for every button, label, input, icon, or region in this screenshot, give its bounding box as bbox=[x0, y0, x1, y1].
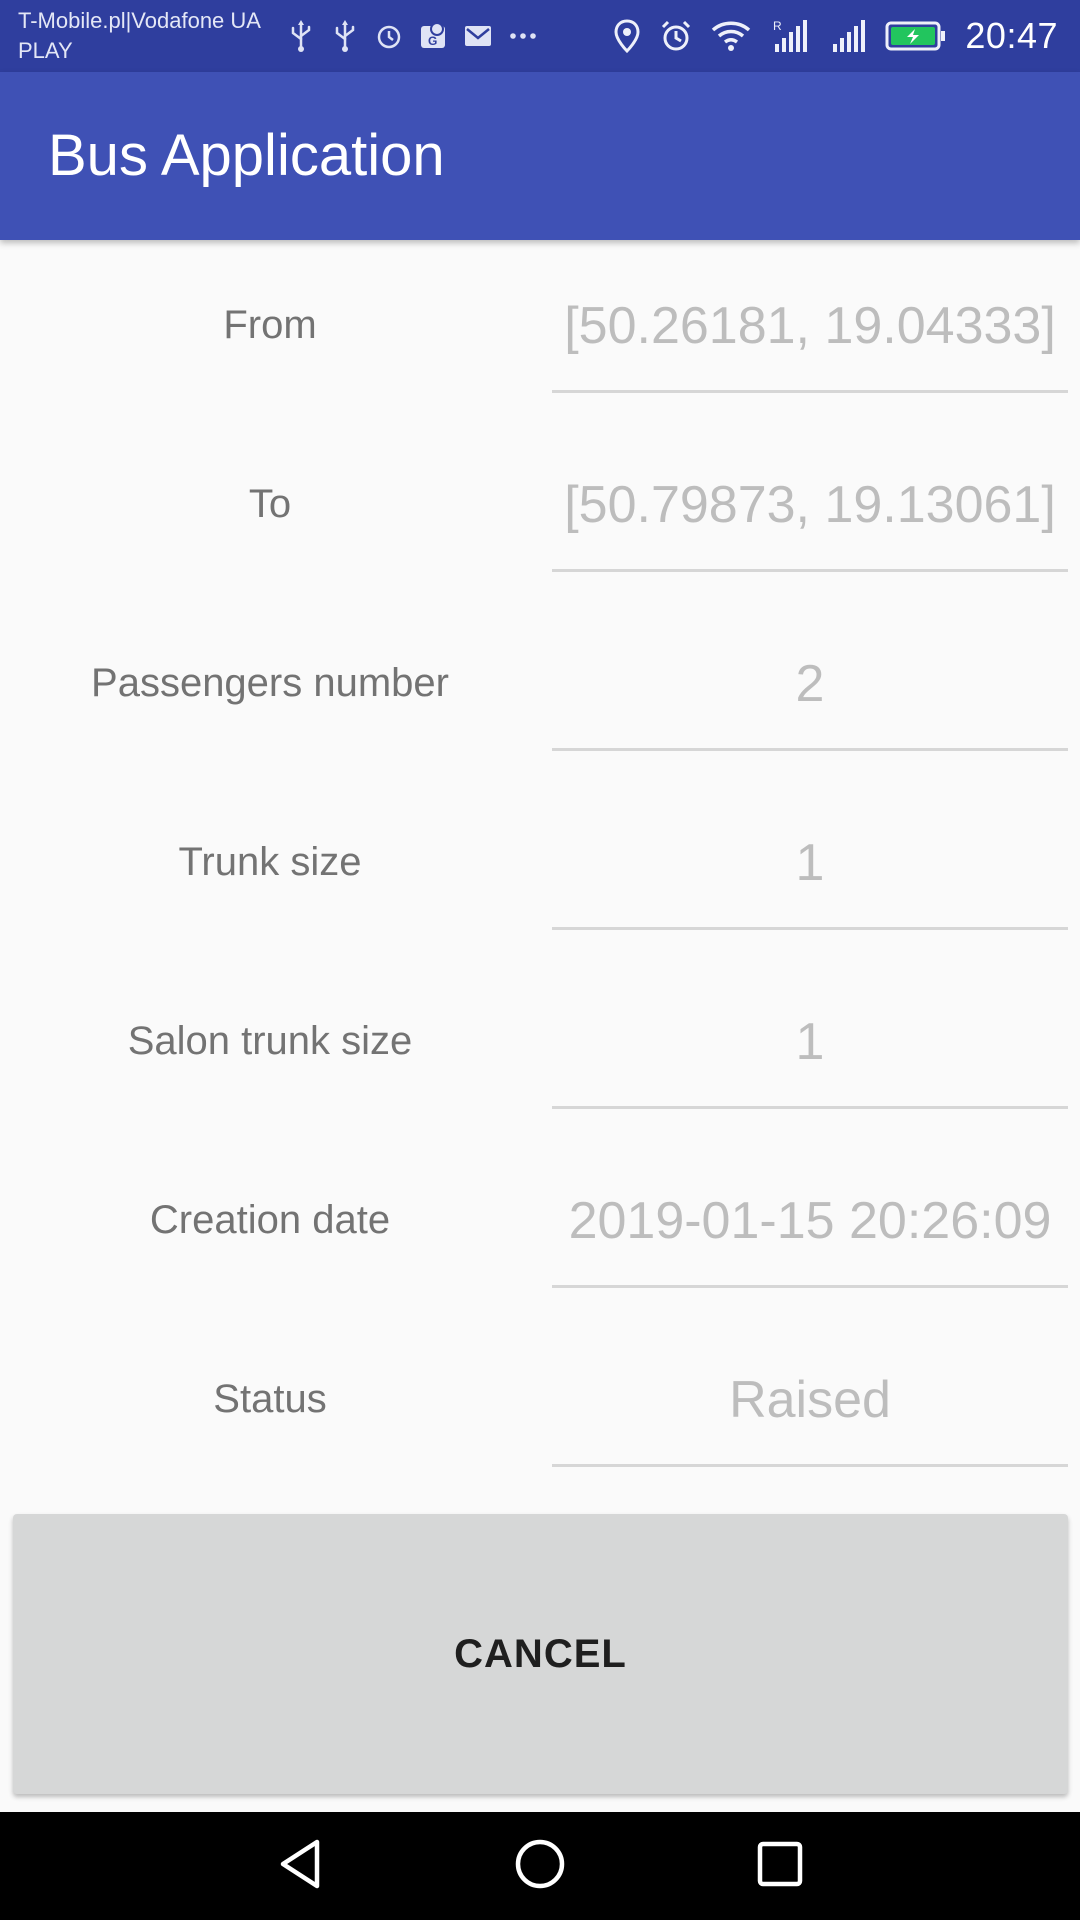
cancel-button-label: CANCEL bbox=[454, 1631, 627, 1676]
app-title: Bus Application bbox=[48, 123, 445, 188]
svg-text:G: G bbox=[428, 34, 437, 48]
alarm-icon bbox=[659, 19, 693, 53]
form-row-status: Status Raised bbox=[0, 1314, 1080, 1493]
clock: 20:47 bbox=[965, 15, 1058, 56]
back-icon bbox=[275, 1837, 325, 1896]
from-field[interactable]: [50.26181, 19.04333] bbox=[552, 296, 1068, 356]
to-field[interactable]: [50.79873, 19.13061] bbox=[552, 475, 1068, 535]
usb-icon bbox=[330, 19, 360, 53]
request-form: From [50.26181, 19.04333] To [50.79873, … bbox=[0, 240, 1080, 1493]
maps-icon: G bbox=[418, 20, 448, 52]
to-label: To bbox=[248, 482, 292, 526]
passengers-number-label: Passengers number bbox=[91, 661, 449, 705]
system-icons: R 20:47 bbox=[613, 14, 1058, 58]
trunk-size-field[interactable]: 1 bbox=[552, 833, 1068, 893]
form-row-creation-date: Creation date 2019-01-15 20:26:09 bbox=[0, 1135, 1080, 1314]
recents-icon bbox=[755, 1839, 805, 1894]
alarm-icon bbox=[374, 21, 404, 51]
creation-date-field[interactable]: 2019-01-15 20:26:09 bbox=[552, 1191, 1068, 1251]
carrier-line-2: PLAY bbox=[18, 38, 73, 63]
cancel-button[interactable]: CANCEL bbox=[13, 1514, 1068, 1794]
form-row-salon-trunk-size: Salon trunk size 1 bbox=[0, 956, 1080, 1135]
more-icon bbox=[508, 31, 538, 41]
field-underline bbox=[552, 1464, 1068, 1467]
field-underline bbox=[552, 1285, 1068, 1288]
passengers-number-field[interactable]: 2 bbox=[552, 654, 1068, 714]
form-row-trunk-size: Trunk size 1 bbox=[0, 777, 1080, 956]
status-bar: T-Mobile.pl|Vodafone UA PLAY G R 20:47 bbox=[0, 0, 1080, 72]
location-icon bbox=[613, 19, 641, 53]
salon-trunk-size-field[interactable]: 1 bbox=[552, 1012, 1068, 1072]
salon-trunk-size-label: Salon trunk size bbox=[127, 1019, 413, 1063]
form-row-to: To [50.79873, 19.13061] bbox=[0, 419, 1080, 598]
form-row-passengers: Passengers number 2 bbox=[0, 598, 1080, 777]
carrier-info: T-Mobile.pl|Vodafone UA PLAY bbox=[18, 6, 261, 66]
form-row-from: From [50.26181, 19.04333] bbox=[0, 240, 1080, 419]
roaming-label: R bbox=[773, 19, 782, 33]
screen: T-Mobile.pl|Vodafone UA PLAY G R 20:47 B… bbox=[0, 0, 1080, 1920]
wifi-icon bbox=[711, 20, 751, 52]
app-bar: Bus Application bbox=[0, 72, 1080, 240]
navigation-bar bbox=[0, 1812, 1080, 1920]
home-icon bbox=[513, 1837, 567, 1896]
home-button[interactable] bbox=[500, 1832, 580, 1900]
carrier-line-1: T-Mobile.pl|Vodafone UA bbox=[18, 8, 261, 33]
status-field[interactable]: Raised bbox=[552, 1370, 1068, 1430]
field-underline bbox=[552, 748, 1068, 751]
signal-roaming-icon: R bbox=[769, 18, 809, 54]
battery-charging-icon bbox=[885, 20, 947, 52]
trunk-size-label: Trunk size bbox=[178, 840, 362, 884]
creation-date-label: Creation date bbox=[149, 1198, 391, 1242]
field-underline bbox=[552, 1106, 1068, 1109]
back-button[interactable] bbox=[260, 1832, 340, 1900]
signal-icon bbox=[827, 18, 867, 54]
status-label: Status bbox=[213, 1377, 327, 1421]
field-underline bbox=[552, 390, 1068, 393]
notification-icons: G bbox=[286, 18, 538, 54]
usb-icon bbox=[286, 19, 316, 53]
recents-button[interactable] bbox=[740, 1832, 820, 1900]
from-label: From bbox=[223, 303, 317, 347]
field-underline bbox=[552, 927, 1068, 930]
gmail-icon bbox=[462, 22, 494, 50]
field-underline bbox=[552, 569, 1068, 572]
